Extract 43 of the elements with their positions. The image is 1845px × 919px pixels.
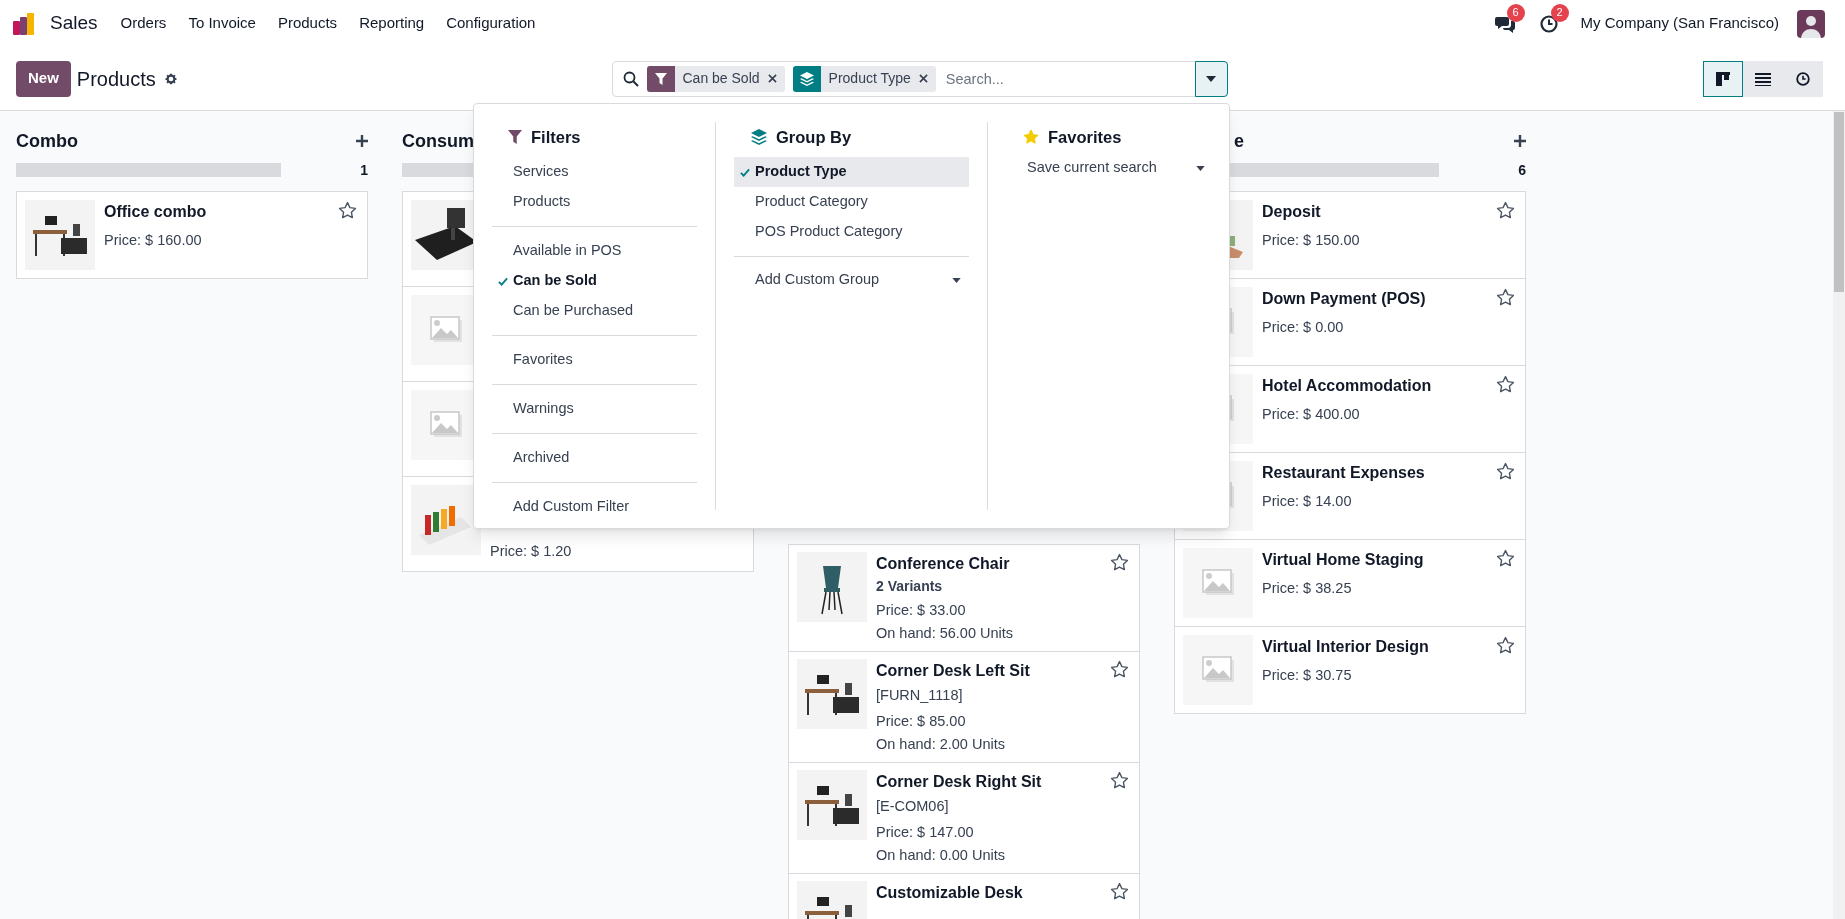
page-title: Products: [76, 66, 156, 92]
select-label: Add Custom Group: [755, 270, 880, 290]
product-price: Price: $ 30.75: [1262, 666, 1353, 685]
section-title: Group By: [776, 126, 852, 148]
product-name: Hotel Accommodation: [1262, 376, 1433, 396]
toggle-label: Save current search: [1027, 158, 1157, 178]
record-count: 1: [360, 160, 368, 180]
section-title: Filters: [531, 126, 581, 148]
facet-label: Can be Sold: [681, 69, 761, 88]
product-code: [FURN_1118]: [876, 686, 964, 705]
product-price: Price: $ 1.20: [490, 542, 573, 561]
notification-badge: 2: [1550, 3, 1569, 22]
product-price: Price: $ 33.00: [876, 601, 967, 620]
product-stock: On hand: 0.00 Units: [876, 846, 1006, 865]
product-price: Price: $ 400.00: [1262, 405, 1361, 424]
product-price: Price: $ 38.25: [1262, 579, 1353, 598]
column-title: e: [1234, 129, 1244, 153]
product-name: Down Payment (POS): [1262, 289, 1427, 309]
product-variants: 2 Variants: [876, 577, 944, 596]
product-price: Price: $ 160.00: [104, 231, 203, 250]
product-stock: On hand: 2.00 Units: [876, 735, 1006, 754]
product-name: Restaurant Expenses: [1262, 463, 1426, 483]
notification-badge: 6: [1506, 3, 1525, 22]
product-name: Virtual Home Staging: [1262, 550, 1425, 570]
product-name: Virtual Interior Design: [1262, 637, 1430, 657]
product-price: Price: $ 147.00: [876, 823, 975, 842]
product-stock: On hand: 56.00 Units: [876, 624, 1015, 643]
product-price: Price: $ 14.00: [1262, 492, 1353, 511]
section-title: Favorites: [1048, 126, 1122, 148]
column-title: Combo: [16, 129, 78, 153]
product-price: Price: $ 0.00: [1262, 318, 1345, 337]
product-name: Customizable Desk: [876, 883, 1024, 903]
product-name: Office combo: [104, 202, 208, 222]
record-count: 6: [1518, 160, 1526, 180]
product-price: Price: $ 85.00: [876, 712, 967, 731]
product-name: Conference Chair: [876, 554, 1011, 574]
product-name: Corner Desk Right Sit: [876, 772, 1043, 792]
column-title: Consum: [402, 129, 474, 153]
product-name: Corner Desk Left Sit: [876, 661, 1031, 681]
product-code: [E-COM06]: [876, 797, 950, 816]
facet-label: Product Type: [827, 69, 912, 88]
product-price: Price: $ 150.00: [1262, 231, 1361, 250]
product-name: Deposit: [1262, 202, 1322, 222]
